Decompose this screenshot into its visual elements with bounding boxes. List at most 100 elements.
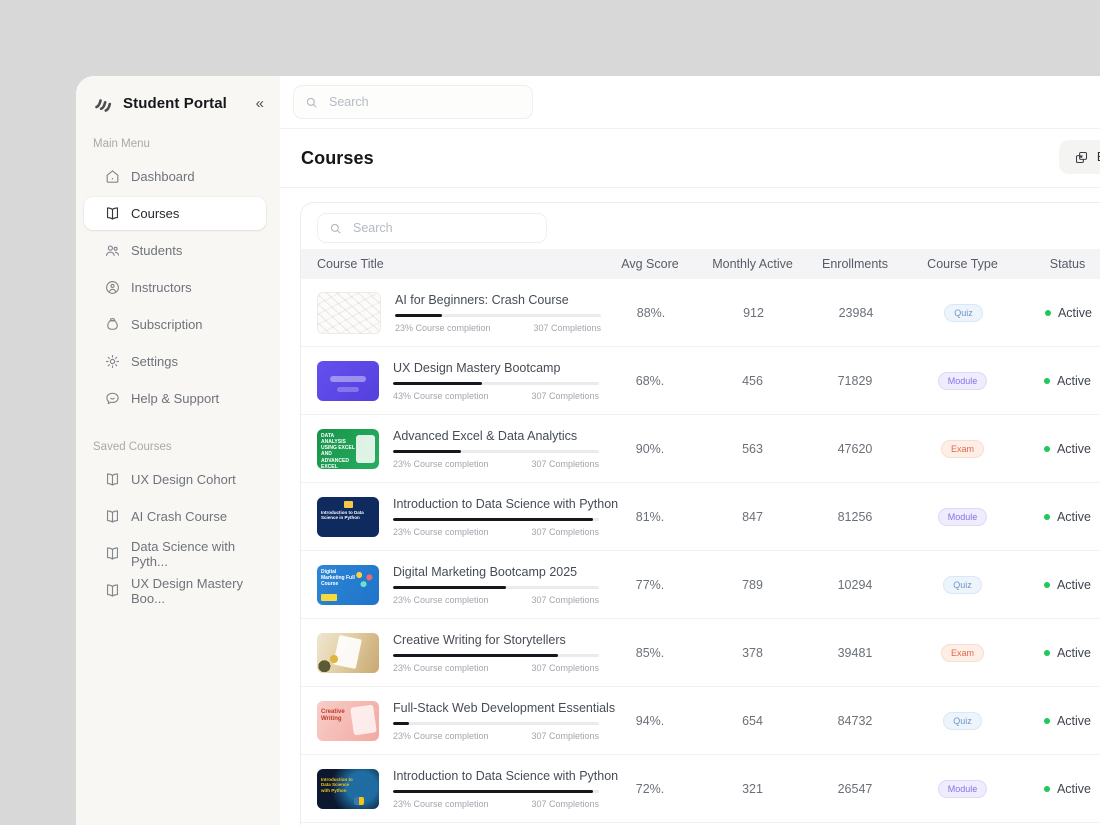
saved-course-ai-crash-course[interactable]: AI Crash Course <box>84 500 266 533</box>
table-search-input[interactable] <box>351 220 536 236</box>
sidebar-item-courses[interactable]: Courses <box>84 197 266 230</box>
course-thumbnail: Introduction to Data Science with Python <box>317 769 379 809</box>
table-row[interactable]: Introduction to Data Science with Python… <box>301 755 1100 823</box>
courses-table-card: Course Title Avg Score Monthly Active En… <box>300 202 1100 825</box>
completion-label: 23% Course completion <box>393 799 489 809</box>
thumbnail-label: Digital Marketing Full Course <box>317 565 364 588</box>
course-thumbnail <box>317 633 379 673</box>
sidebar-item-label: Students <box>131 243 182 258</box>
table-row[interactable]: Digital Marketing Full CourseDigital Mar… <box>301 551 1100 619</box>
completions-label: 307 Completions <box>531 527 599 537</box>
course-type-badge: Exam <box>941 644 984 662</box>
sidebar-item-settings[interactable]: Settings <box>84 345 266 378</box>
progress-fill <box>393 382 482 385</box>
course-info: Creative Writing for Storytellers23% Cou… <box>393 633 599 673</box>
status-dot <box>1045 310 1051 316</box>
table-row[interactable]: UX Design Mastery Bootcamp43% Course com… <box>301 347 1100 415</box>
column-course-title[interactable]: Course Title <box>301 257 600 271</box>
table-row[interactable]: Creative Writing for Storytellers23% Cou… <box>301 619 1100 687</box>
course-type-cell: Quiz <box>905 711 1020 730</box>
thumbnail-label: Introduction to Data Science with Python <box>317 769 358 794</box>
table-row[interactable]: Creative WritingFull-Stack Web Developme… <box>301 687 1100 755</box>
course-info: AI for Beginners: Crash Course23% Course… <box>395 293 601 333</box>
export-button[interactable]: Export <box>1059 140 1100 174</box>
page-title: Courses <box>301 148 374 169</box>
search-icon <box>304 95 319 110</box>
enrollments-value: 10294 <box>805 578 905 592</box>
sidebar-item-instructors[interactable]: Instructors <box>84 271 266 304</box>
completions-label: 307 Completions <box>531 731 599 741</box>
progress-labels: 23% Course completion307 Completions <box>393 731 599 741</box>
course-type-badge: Quiz <box>943 576 982 594</box>
status-label: Active <box>1057 442 1091 456</box>
table-row[interactable]: Introduction to Data Science in PythonIn… <box>301 483 1100 551</box>
column-course-type[interactable]: Course Type <box>905 257 1020 271</box>
progress-labels: 23% Course completion307 Completions <box>393 527 599 537</box>
monthly-active-value: 912 <box>701 306 806 320</box>
sidebar-item-label: Settings <box>131 354 178 369</box>
saved-courses-section-label: Saved Courses <box>93 441 280 453</box>
sidebar-item-label: Instructors <box>131 280 192 295</box>
status-dot <box>1044 378 1050 384</box>
search-icon <box>328 221 343 236</box>
global-search-input[interactable] <box>327 94 522 110</box>
sidebar-item-subscription[interactable]: Subscription <box>84 308 266 341</box>
monthly-active-value: 654 <box>700 714 805 728</box>
book-icon <box>104 582 121 599</box>
users-icon <box>104 242 121 259</box>
global-search[interactable] <box>293 85 533 119</box>
avg-score-value: 90%. <box>600 442 700 456</box>
saved-course-ux-design-mastery-boo[interactable]: UX Design Mastery Boo... <box>84 574 266 607</box>
status-label: Active <box>1057 578 1091 592</box>
table-row[interactable]: DATA ANALYSIS USING EXCEL AND ADVANCED E… <box>301 415 1100 483</box>
book-icon <box>104 471 121 488</box>
course-type-badge: Module <box>938 372 988 390</box>
progress-fill <box>393 450 461 453</box>
sidebar-item-help-support[interactable]: Help & Support <box>84 382 266 415</box>
course-title-cell: AI for Beginners: Crash Course23% Course… <box>301 292 601 334</box>
gear-icon <box>104 353 121 370</box>
progress-fill <box>393 586 506 589</box>
instructor-icon <box>104 279 121 296</box>
column-monthly-active[interactable]: Monthly Active <box>700 257 805 271</box>
column-enrollments[interactable]: Enrollments <box>805 257 905 271</box>
course-type-badge: Quiz <box>943 712 982 730</box>
sidebar-item-label: Help & Support <box>131 391 219 406</box>
sidebar-item-label: UX Design Cohort <box>131 472 236 487</box>
course-title: Creative Writing for Storytellers <box>393 633 599 647</box>
avg-score-value: 94%. <box>600 714 700 728</box>
progress-bar <box>393 722 599 725</box>
status-cell: Active <box>1020 646 1100 660</box>
progress-bar <box>393 790 599 793</box>
monthly-active-value: 456 <box>700 374 805 388</box>
progress-fill <box>393 518 593 521</box>
course-info: Introduction to Data Science with Python… <box>393 769 599 809</box>
sidebar-item-students[interactable]: Students <box>84 234 266 267</box>
page-header: Courses <box>280 129 1100 188</box>
status-label: Active <box>1057 374 1091 388</box>
saved-course-data-science-with-pyth[interactable]: Data Science with Pyth... <box>84 537 266 570</box>
table-search[interactable] <box>317 213 547 243</box>
status-label: Active <box>1057 646 1091 660</box>
course-title-cell: DATA ANALYSIS USING EXCEL AND ADVANCED E… <box>301 429 600 469</box>
saved-course-ux-design-cohort[interactable]: UX Design Cohort <box>84 463 266 496</box>
sidebar-item-dashboard[interactable]: Dashboard <box>84 160 266 193</box>
completions-label: 307 Completions <box>531 799 599 809</box>
thumbnail-label: Introduction to Data Science in Python <box>317 497 370 521</box>
status-dot <box>1044 650 1050 656</box>
progress-labels: 23% Course completion307 Completions <box>395 323 601 333</box>
status-dot <box>1044 786 1050 792</box>
sidebar-header: Student Portal « <box>76 76 280 114</box>
table-row[interactable]: AI for Beginners: Crash Course23% Course… <box>301 279 1100 347</box>
completions-label: 307 Completions <box>531 459 599 469</box>
status-cell: Active <box>1021 306 1100 320</box>
column-avg-score[interactable]: Avg Score <box>600 257 700 271</box>
status-label: Active <box>1057 510 1091 524</box>
course-title-cell: Digital Marketing Full CourseDigital Mar… <box>301 565 600 605</box>
sidebar-collapse-button[interactable]: « <box>254 96 266 111</box>
column-status[interactable]: Status <box>1020 257 1100 271</box>
completion-label: 23% Course completion <box>395 323 491 333</box>
table-header-row: Course Title Avg Score Monthly Active En… <box>301 249 1100 279</box>
course-title-cell: Creative Writing for Storytellers23% Cou… <box>301 633 600 673</box>
progress-labels: 23% Course completion307 Completions <box>393 459 599 469</box>
